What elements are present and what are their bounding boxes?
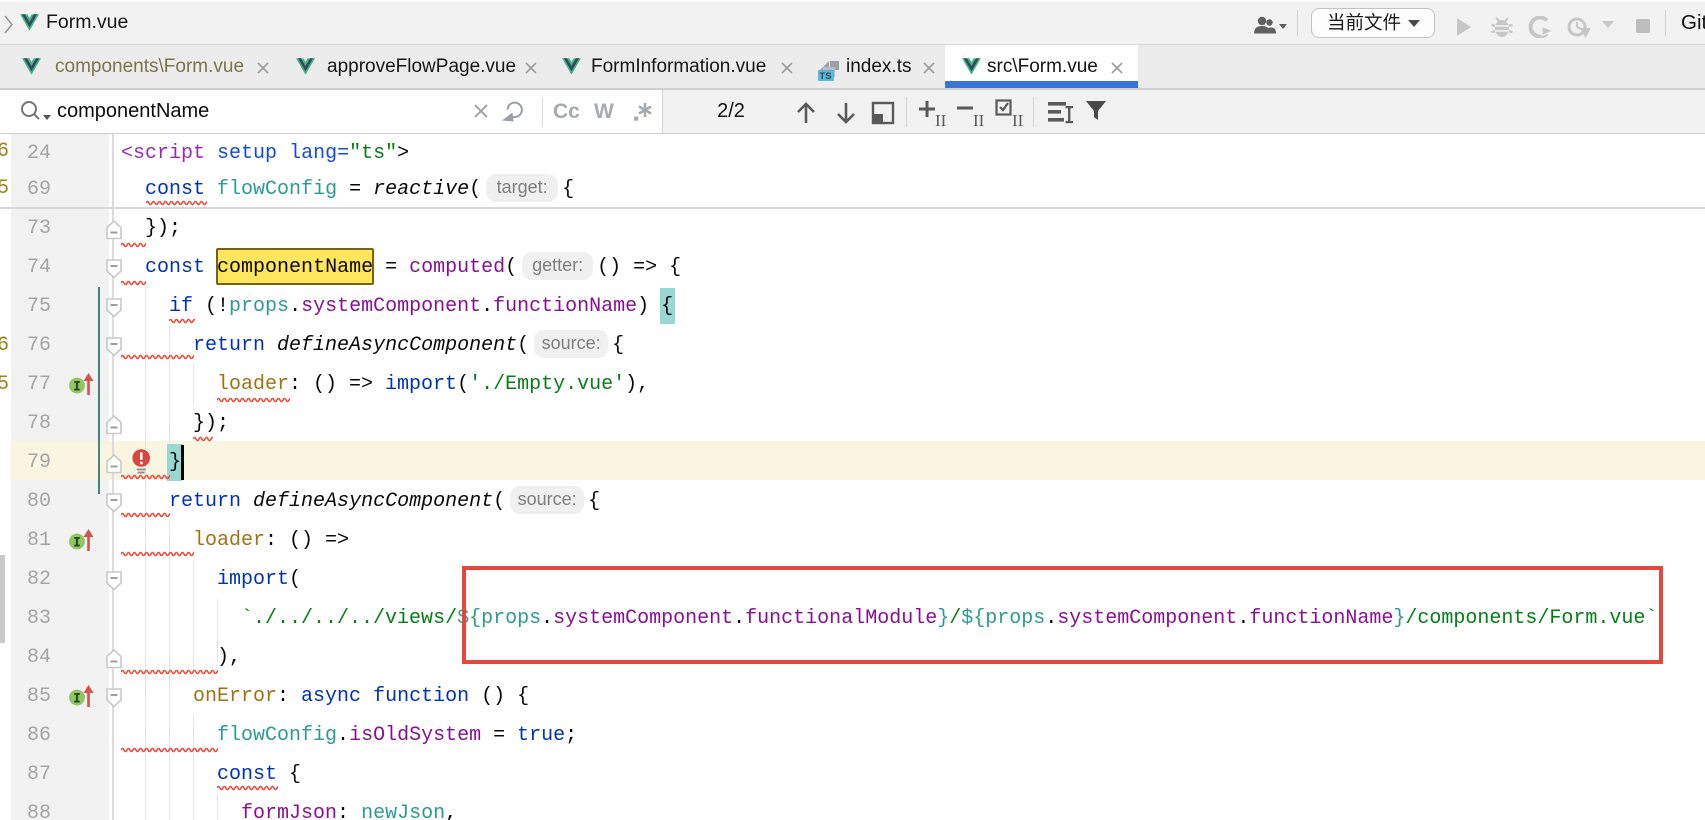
svg-text:TS: TS (819, 71, 831, 82)
